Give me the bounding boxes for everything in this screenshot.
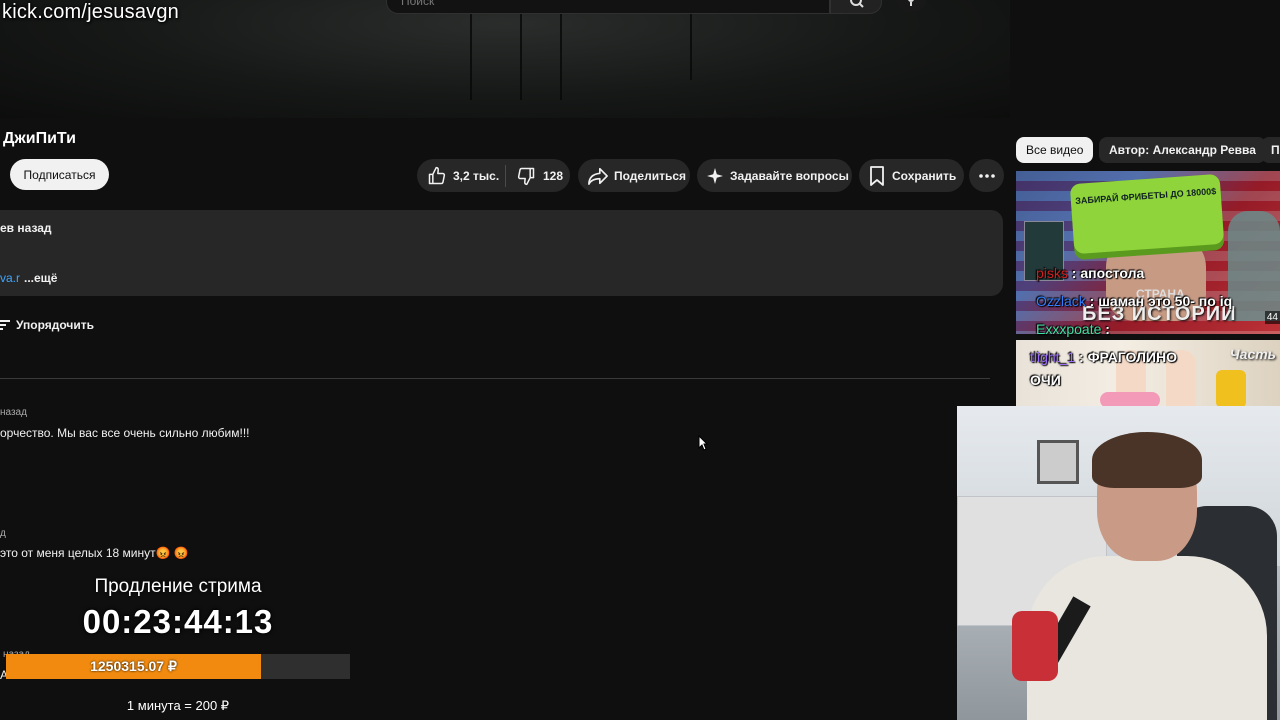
like-count: 3,2 тыс.	[453, 168, 500, 183]
chat-message: pisks : апостола	[1036, 265, 1145, 281]
donation-amount: 1250315.07 ₽	[90, 658, 177, 674]
description-date: ев назад	[0, 221, 52, 235]
chip-author[interactable]: Автор: Александр Ревва	[1099, 137, 1266, 163]
sort-icon	[0, 320, 10, 330]
video-scene-detail	[690, 10, 692, 80]
more-dots-icon	[978, 173, 995, 178]
comment-time[interactable]: назад	[0, 407, 27, 418]
promo-box-image: ЗАБИРАЙ ФРИБЕТЫ ДО 18000$	[1069, 173, 1225, 255]
comment-time[interactable]: д	[0, 528, 6, 539]
chat-username: tlight_1	[1030, 349, 1076, 365]
description-more-button[interactable]: ...ещё	[24, 271, 57, 285]
webcam-overlay	[957, 406, 1280, 720]
bookmark-icon	[870, 165, 884, 186]
subscribe-button[interactable]: Подписаться	[10, 159, 109, 190]
stream-extension-timer: 00:23:44:13	[82, 603, 274, 640]
stream-extension-title: Продление стрима	[94, 576, 262, 597]
search-placeholder: Поиск	[401, 0, 435, 8]
thumbs-up-icon	[428, 166, 446, 184]
search-input[interactable]: Поиск	[386, 0, 830, 14]
video-scene-detail	[470, 10, 472, 100]
comments-divider	[0, 378, 990, 379]
webcam-microphone	[1012, 611, 1058, 681]
dislike-button[interactable]: 128	[506, 166, 563, 186]
chat-username: Ozzlack	[1036, 293, 1086, 309]
channel-name[interactable]: ДжиПиТи	[3, 130, 76, 148]
search-icon	[850, 0, 864, 8]
donation-rate: 1 минута = 200 ₽	[126, 698, 230, 713]
chat-text: апостола	[1080, 265, 1145, 281]
mouse-cursor-icon	[698, 435, 708, 451]
thumbs-down-icon	[517, 167, 535, 185]
chat-message: Exxxpoate :	[1036, 321, 1110, 337]
comment-text: орчество. Мы вас все очень сильно любим!…	[0, 426, 250, 440]
chat-message: Ozzlack : шаман это 50- по iq	[1036, 293, 1233, 309]
description-box[interactable]	[0, 210, 1003, 296]
more-actions-button[interactable]	[969, 159, 1004, 192]
mic-icon	[908, 0, 914, 6]
chip-all-videos[interactable]: Все видео	[1016, 137, 1094, 163]
prop-image	[1216, 370, 1246, 408]
share-label: Поделиться	[614, 168, 687, 183]
chat-username: pisks	[1036, 265, 1068, 281]
chat-text: ФРАГОЛИНО	[1087, 349, 1177, 365]
recommended-video-thumbnail[interactable]: ЗАБИРАЙ ФРИБЕТЫ ДО 18000$ СТРАНА БЕЗ ИСТ…	[1016, 171, 1280, 334]
chat-message-continued: ОЧИ	[1030, 372, 1061, 388]
sort-comments-button[interactable]: Упорядочить	[0, 318, 94, 332]
chat-text: шаман это 50- по iq	[1098, 293, 1233, 309]
video-scene-detail	[560, 10, 562, 100]
share-button[interactable]: Поделиться	[578, 159, 690, 192]
chat-username: Exxxpoate	[1036, 321, 1102, 337]
stream-url-overlay: kick.com/jesusavgn	[2, 1, 179, 23]
comment-text: это от меня целых 18 минут😡 😡	[0, 546, 189, 560]
like-dislike-group: 3,2 тыс. 128	[417, 159, 570, 192]
chip-more[interactable]: По	[1261, 137, 1280, 163]
description-link[interactable]: va.r	[0, 271, 20, 285]
save-label: Сохранить	[892, 168, 957, 183]
video-scene-detail	[520, 10, 522, 100]
sparkle-icon	[707, 167, 723, 184]
save-button[interactable]: Сохранить	[859, 159, 964, 192]
ask-label: Задавайте вопросы	[730, 168, 849, 183]
share-icon	[588, 167, 608, 185]
ask-questions-button[interactable]: Задавайте вопросы	[697, 159, 852, 192]
webcam-picture-frame	[1037, 440, 1079, 484]
thumbnail-caption: Часть	[1229, 346, 1276, 362]
chat-message: tlight_1 : ФРАГОЛИНО	[1030, 349, 1177, 365]
dislike-count: 128	[543, 168, 564, 183]
donation-progress-bar: 1250315.07 ₽	[6, 654, 350, 679]
search-button[interactable]	[830, 0, 882, 14]
video-duration: 44	[1264, 311, 1280, 324]
sort-label: Упорядочить	[16, 318, 95, 332]
like-button[interactable]: 3,2 тыс.	[417, 166, 505, 186]
webcam-streamer-hair	[1092, 432, 1202, 488]
promo-box-text: ЗАБИРАЙ ФРИБЕТЫ ДО 18000$	[1074, 186, 1217, 206]
